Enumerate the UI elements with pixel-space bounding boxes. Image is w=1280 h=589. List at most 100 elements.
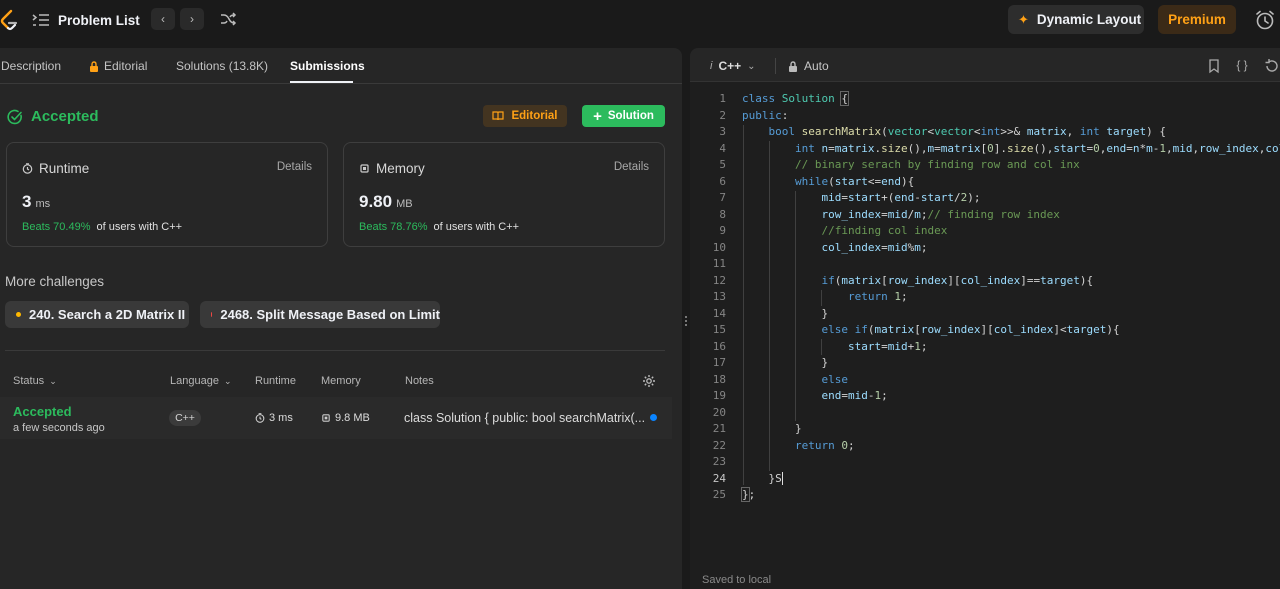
tab-description[interactable]: Description [1, 59, 61, 73]
leetcode-logo-icon[interactable] [0, 9, 18, 33]
code-line: bool searchMatrix(vector<vector<int>>& m… [768, 125, 1166, 138]
memory-card-title: Memory [359, 161, 425, 176]
memory-details-link[interactable]: Details [614, 161, 649, 173]
shuffle-icon[interactable] [219, 10, 237, 28]
runtime-details-link[interactable]: Details [277, 161, 312, 173]
reset-icon[interactable] [1264, 58, 1280, 74]
code-line: } [742, 356, 829, 369]
challenge-chip-2468[interactable]: 2468. Split Message Based on Limit [200, 301, 440, 328]
column-header-status[interactable]: Status ⌄ [13, 375, 57, 387]
alarm-clock-icon[interactable] [1254, 9, 1276, 31]
section-divider [5, 350, 665, 351]
submission-status: Accepted [7, 108, 99, 125]
difficulty-medium-dot [16, 312, 21, 317]
lock-icon [789, 60, 797, 72]
dynamic-layout-label: Dynamic Layout [1036, 12, 1142, 27]
memory-number: 9.80 [359, 192, 393, 211]
line-number: 3 [719, 125, 726, 138]
code-line: } [742, 306, 829, 320]
language-header-label: Language [170, 375, 219, 387]
saved-status: Saved to local [702, 574, 772, 586]
runtime-beats-percent: Beats 70.49% [22, 221, 91, 233]
top-navigation-bar: Problem List ‹ › ✦ Dynamic Layout Premiu… [0, 0, 1280, 42]
editorial-button[interactable]: Editorial [483, 105, 567, 127]
code-line: mid=start+(end-start/2); [821, 191, 981, 204]
column-header-notes: Notes [405, 375, 434, 387]
line-number: 6 [719, 174, 726, 188]
line-number: 19 [712, 389, 726, 402]
line-number: 11 [712, 257, 726, 270]
language-select[interactable]: i C++ ⌄ [710, 59, 756, 73]
line-number: 16 [712, 339, 726, 353]
row-status[interactable]: Accepted [13, 404, 72, 419]
row-submitted-time: a few seconds ago [13, 422, 105, 434]
auto-mode-label: Auto [804, 59, 829, 73]
problem-list-label: Problem List [58, 12, 140, 28]
sparkle-icon: ✦ [1018, 11, 1029, 27]
line-number: 12 [712, 273, 726, 287]
check-circle-icon [7, 109, 22, 124]
code-line: // binary serach by finding row and col … [794, 158, 1080, 171]
submission-panel: Description Editorial Solutions (13.8K) … [0, 48, 682, 589]
toolbar-divider [775, 58, 776, 74]
runtime-card[interactable]: Runtime Details 3 ms Beats 70.49% of users… [6, 142, 328, 247]
code-line: if(matrix[row_index][col_index]==target)… [821, 273, 1094, 287]
tab-editorial[interactable]: Editorial [89, 59, 147, 73]
chevron-down-icon: ⌄ [747, 60, 756, 72]
runtime-beats-suffix: of users with C++ [96, 221, 183, 233]
problem-list-link[interactable]: Problem List [32, 10, 140, 30]
runtime-beats: Beats 70.49% of users with C++ [22, 221, 182, 233]
settings-gear-icon[interactable] [642, 374, 656, 388]
runtime-value: 3 ms [22, 192, 50, 212]
active-tab-indicator [290, 81, 353, 83]
line-number: 10 [712, 240, 726, 254]
row-runtime: 3 ms [255, 412, 293, 424]
bookmark-icon[interactable] [1206, 58, 1222, 74]
tab-solutions[interactable]: Solutions (13.8K) [176, 59, 268, 73]
column-header-language[interactable]: Language ⌄ [170, 375, 232, 387]
code-line: end=mid-1; [821, 389, 888, 402]
submission-status-label: Accepted [31, 108, 99, 125]
code-editor[interactable]: 1 2 3 4 5 6 7 8 9 10 11 12 13 14 15 16 1… [690, 90, 1280, 510]
lock-icon [90, 60, 98, 72]
code-line: return 1; [847, 290, 908, 303]
previous-problem-button[interactable]: ‹ [151, 8, 175, 30]
line-number: 17 [712, 356, 726, 369]
line-number: 18 [712, 372, 726, 386]
memory-title: Memory [376, 161, 425, 176]
next-problem-button[interactable]: › [180, 8, 204, 30]
chip-icon [322, 414, 330, 422]
tab-editorial-label: Editorial [104, 59, 148, 73]
chip-icon [360, 164, 369, 173]
tab-submissions[interactable]: Submissions [290, 59, 365, 73]
row-memory-value: 9.8 MB [335, 412, 370, 424]
code-line: while(start<=end){ [794, 174, 915, 188]
code-line: //finding col index [821, 224, 948, 237]
dynamic-layout-button[interactable]: ✦ Dynamic Layout [1008, 5, 1144, 34]
line-number: 23 [712, 455, 726, 468]
row-runtime-value: 3 ms [269, 412, 293, 424]
challenge-chip-240[interactable]: 240. Search a 2D Matrix II [5, 301, 189, 328]
code-line: else if(matrix[row_index][col_index]<tar… [821, 323, 1120, 336]
unsaved-note-dot [650, 414, 657, 421]
code-line: } [742, 422, 802, 435]
auto-mode-toggle[interactable]: Auto [788, 59, 829, 73]
code-line: start=mid+1; [847, 339, 928, 353]
code-line: public: [742, 108, 789, 122]
format-braces-icon[interactable]: { } [1234, 58, 1250, 74]
premium-button[interactable]: Premium [1158, 5, 1236, 34]
line-number: 22 [712, 438, 726, 452]
post-solution-button[interactable]: + Solution [582, 105, 665, 127]
more-challenges-heading: More challenges [5, 274, 105, 289]
memory-card[interactable]: Memory Details 9.80 MB Beats 78.76% of use… [343, 142, 665, 247]
panel-resize-handle[interactable] [685, 314, 688, 330]
difficulty-hard-dot [211, 312, 213, 317]
row-notes[interactable]: class Solution { public: bool searchMatr… [404, 411, 645, 425]
memory-beats-percent: Beats 78.76% [359, 221, 428, 233]
memory-value: 9.80 MB [359, 192, 413, 212]
code-line: row_index=mid/m;// finding row index [821, 207, 1060, 221]
line-number: 24 [712, 471, 726, 485]
